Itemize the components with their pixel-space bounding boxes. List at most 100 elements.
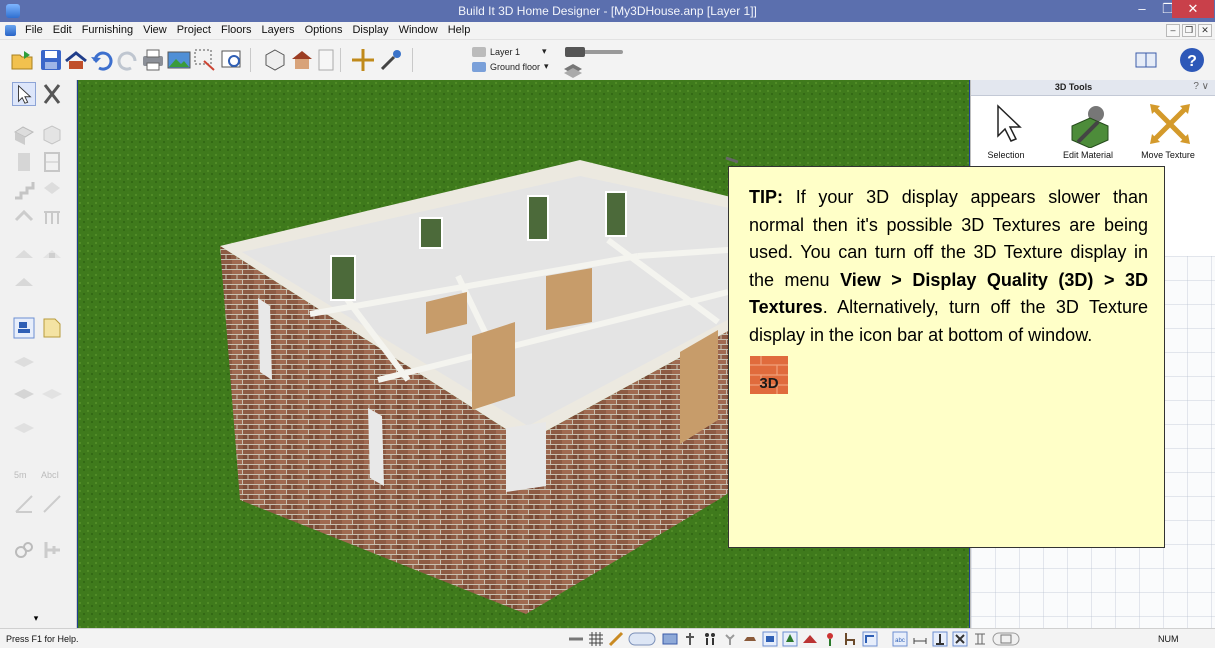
scroll-down-icon[interactable]: ▾: [28, 610, 44, 626]
ceiling-tool-icon[interactable]: [12, 382, 36, 406]
furniture-tool-icon[interactable]: [12, 316, 36, 340]
floor-dropdown[interactable]: Ground floor: [490, 62, 540, 72]
chevron-down-icon[interactable]: ▾: [542, 46, 547, 57]
pipe-tool-icon[interactable]: [40, 538, 64, 562]
menu-options[interactable]: Options: [300, 24, 348, 36]
dimension-tool-icon[interactable]: 5m: [12, 462, 36, 486]
3d-house-icon[interactable]: [289, 46, 315, 74]
undo-icon[interactable]: [89, 46, 115, 74]
wall-display-icon[interactable]: [568, 631, 584, 647]
text-display-icon[interactable]: abc: [892, 631, 908, 647]
door-tool-icon[interactable]: [12, 150, 36, 174]
menu-edit[interactable]: Edit: [48, 24, 77, 36]
furniture-display-icon[interactable]: [762, 631, 778, 647]
mdi-minimize-button[interactable]: –: [1166, 24, 1180, 37]
menu-furnishing[interactable]: Furnishing: [77, 24, 138, 36]
room-display-icon[interactable]: [862, 631, 878, 647]
window: [419, 217, 443, 249]
pillar-display-icon[interactable]: [972, 631, 988, 647]
railing-tool-icon[interactable]: [40, 204, 64, 228]
floor-slab-tool-icon[interactable]: [12, 348, 36, 372]
dormer-tool-icon[interactable]: [40, 242, 64, 266]
camera-icon[interactable]: [628, 631, 656, 647]
sun-display-icon[interactable]: [952, 631, 968, 647]
select-pointer-icon[interactable]: [12, 82, 36, 106]
edit-material-icon: [1071, 106, 1109, 148]
dimension-display-icon[interactable]: [912, 631, 928, 647]
eyedropper-icon[interactable]: [378, 46, 404, 74]
house-arrow-icon[interactable]: [63, 46, 89, 74]
zoom-window-icon[interactable]: [192, 46, 218, 74]
document-icon[interactable]: [5, 25, 16, 36]
manual-book-icon[interactable]: [1133, 46, 1159, 74]
menu-view[interactable]: View: [138, 24, 172, 36]
title-bar: Build It 3D Home Designer - [My3DHouse.a…: [0, 0, 1215, 22]
tree-display-icon[interactable]: [782, 631, 798, 647]
tip-box: TIP: If your 3D display appears slower t…: [728, 166, 1165, 548]
menu-project[interactable]: Project: [172, 24, 216, 36]
area-tool-icon[interactable]: [12, 414, 36, 438]
opening-tool-icon[interactable]: [12, 204, 36, 228]
open-folder-icon[interactable]: [10, 46, 36, 74]
move-tool-icon[interactable]: [350, 46, 376, 74]
menu-file[interactable]: File: [20, 24, 48, 36]
chevron-down-icon[interactable]: ▾: [544, 61, 549, 72]
cube-outline-icon[interactable]: [262, 46, 288, 74]
left-toolbar: 5m AbcI ▾: [0, 80, 77, 628]
line-tool-icon[interactable]: [12, 492, 36, 516]
close-button[interactable]: ✕: [1172, 0, 1214, 18]
stairs-tool-icon[interactable]: [12, 178, 36, 202]
help-icon[interactable]: ?: [1179, 46, 1205, 74]
panel-header: 3D Tools ? ∨: [971, 80, 1215, 96]
symbol-library-icon[interactable]: [40, 316, 64, 340]
level-display-icon[interactable]: [932, 631, 948, 647]
move-texture-tool[interactable]: Move Texture: [1133, 98, 1203, 168]
text-tool-icon[interactable]: AbcI: [40, 462, 64, 486]
mdi-restore-button[interactable]: ❐: [1182, 24, 1196, 37]
selection-tool[interactable]: Selection: [971, 98, 1041, 168]
num-lock-indicator: NUM: [1158, 634, 1179, 644]
print-icon[interactable]: [140, 46, 166, 74]
layer-floor-selector[interactable]: Layer 1 ▾ Ground floor ▾: [472, 44, 549, 74]
column-tool-icon[interactable]: [40, 178, 64, 202]
floors-visibility-icon[interactable]: [560, 54, 586, 82]
window: [527, 195, 549, 241]
car-icon[interactable]: [742, 631, 758, 647]
roof-tool-icon[interactable]: [12, 242, 36, 266]
save-icon[interactable]: [38, 46, 64, 74]
window-tool-icon[interactable]: [40, 150, 64, 174]
polyline-tool-icon[interactable]: [40, 492, 64, 516]
panel-controls[interactable]: ? ∨: [1193, 81, 1209, 92]
mdi-close-button[interactable]: ✕: [1198, 24, 1212, 37]
grid-icon[interactable]: [588, 631, 604, 647]
zoom-fit-icon[interactable]: [219, 46, 245, 74]
lights-icon[interactable]: [682, 631, 698, 647]
skylight-tool-icon[interactable]: [12, 270, 36, 294]
page-icon[interactable]: [313, 46, 339, 74]
chair-display-icon[interactable]: [842, 631, 858, 647]
terrain-tool-icon[interactable]: [40, 382, 64, 406]
roof-display-icon[interactable]: [802, 631, 818, 647]
notes-display-icon[interactable]: [992, 631, 1020, 647]
people-icon[interactable]: [702, 631, 718, 647]
exterior-window: [258, 298, 272, 380]
picture-icon[interactable]: [166, 46, 192, 74]
room-tool-icon[interactable]: [40, 122, 64, 146]
flower-display-icon[interactable]: [822, 631, 838, 647]
circle-tool-icon[interactable]: [12, 538, 36, 562]
layer-icon: [472, 46, 486, 57]
menu-help[interactable]: Help: [443, 24, 476, 36]
cut-tool-icon[interactable]: [40, 82, 64, 106]
layer-dropdown[interactable]: Layer 1: [490, 47, 520, 57]
redo-icon[interactable]: [115, 46, 141, 74]
wall-tool-icon[interactable]: [12, 122, 36, 146]
menu-window[interactable]: Window: [394, 24, 443, 36]
3d-icon-label: 3D: [759, 375, 778, 392]
3d-textures-toggle-icon[interactable]: [662, 631, 678, 647]
edit-material-tool[interactable]: Edit Material: [1053, 98, 1123, 168]
pencil-icon[interactable]: [608, 631, 624, 647]
menu-floors[interactable]: Floors: [216, 24, 257, 36]
menu-display[interactable]: Display: [347, 24, 393, 36]
menu-layers[interactable]: Layers: [257, 24, 300, 36]
plant-icon[interactable]: [722, 631, 738, 647]
